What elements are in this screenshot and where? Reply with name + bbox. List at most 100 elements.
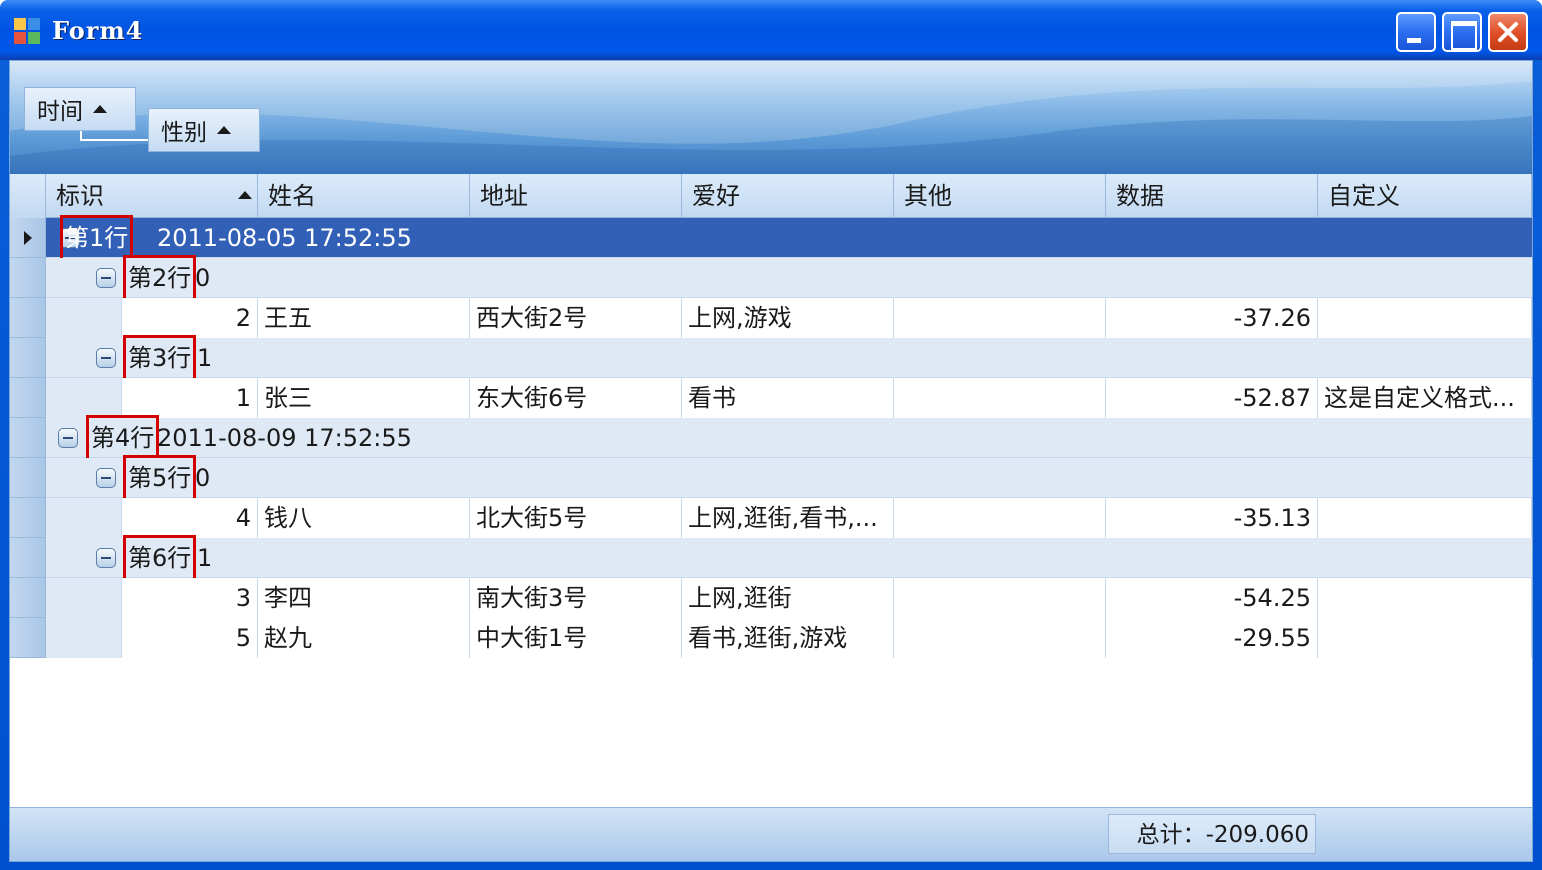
app-icon — [14, 18, 42, 46]
form-client-area: 时间 性别 标识 姓名 地址 爱好 其他 数据 自定义 第1行 2011-08-… — [9, 60, 1533, 862]
row-indicator[interactable] — [10, 458, 46, 498]
column-header-custom[interactable]: 自定义 — [1318, 174, 1532, 218]
group-indent — [46, 618, 122, 658]
group-chip-label: 时间 — [37, 99, 83, 125]
column-header-address[interactable]: 地址 — [470, 174, 682, 218]
footer-total: 总计：-209.060 — [1108, 814, 1316, 854]
group-value: 1 — [197, 544, 213, 572]
collapse-icon[interactable] — [58, 428, 78, 448]
cell-data[interactable]: -29.55 — [1106, 618, 1318, 658]
table-row[interactable]: 1 张三 东大街6号 看书 -52.87 这是自定义格式... — [10, 378, 1532, 418]
group-indent — [46, 578, 122, 618]
close-icon — [1498, 22, 1518, 42]
cell-id[interactable]: 4 — [122, 498, 258, 538]
group-tag: 第1行 — [59, 215, 134, 261]
group-indent — [46, 378, 122, 418]
cell-id[interactable]: 1 — [122, 378, 258, 418]
cell-data[interactable]: -35.13 — [1106, 498, 1318, 538]
cell-address[interactable]: 中大街1号 — [470, 618, 682, 658]
cell-id[interactable]: 5 — [122, 618, 258, 658]
row-indicator[interactable] — [10, 418, 46, 458]
cell-id[interactable]: 3 — [122, 578, 258, 618]
table-row[interactable]: 5 赵九 中大街1号 看书,逛街,游戏 -29.55 — [10, 618, 1532, 658]
column-header-other[interactable]: 其他 — [894, 174, 1106, 218]
cell-name[interactable]: 李四 — [258, 578, 470, 618]
group-chip-sex[interactable]: 性别 — [148, 108, 260, 152]
group-tag: 第2行 — [122, 255, 197, 301]
column-header-hobby[interactable]: 爱好 — [682, 174, 894, 218]
row-indicator[interactable] — [10, 498, 46, 538]
cell-custom[interactable] — [1318, 578, 1532, 618]
group-value: 0 — [195, 264, 211, 292]
group-row-level2[interactable]: 第3行 1 — [10, 335, 1532, 381]
maximize-button[interactable] — [1442, 12, 1482, 52]
close-button[interactable] — [1488, 12, 1528, 52]
title-bar[interactable]: Form4 — [0, 0, 1542, 60]
group-row-level2[interactable]: 第5行 0 — [10, 455, 1532, 501]
cell-hobby[interactable]: 看书 — [682, 378, 894, 418]
group-indent — [46, 498, 122, 538]
group-row-level2[interactable]: 第6行 1 — [10, 535, 1532, 581]
row-indicator[interactable] — [10, 538, 46, 578]
cell-hobby[interactable]: 上网,逛街,看书,... — [682, 498, 894, 538]
group-value: 2011-08-09 17:52:55 — [157, 424, 412, 452]
column-header-id[interactable]: 标识 — [46, 174, 258, 218]
header-corner[interactable] — [10, 174, 46, 218]
cell-custom[interactable]: 这是自定义格式... — [1318, 378, 1532, 418]
cell-name[interactable]: 赵九 — [258, 618, 470, 658]
cell-data[interactable]: -54.25 — [1106, 578, 1318, 618]
cell-custom[interactable] — [1318, 618, 1532, 658]
table-row[interactable]: 3 李四 南大街3号 上网,逛街 -54.25 — [10, 578, 1532, 618]
group-chip-time[interactable]: 时间 — [24, 87, 136, 131]
window-title: Form4 — [52, 16, 144, 45]
table-row[interactable]: 4 钱八 北大街5号 上网,逛街,看书,... -35.13 — [10, 498, 1532, 538]
cell-name[interactable]: 张三 — [258, 378, 470, 418]
cell-data[interactable]: -52.87 — [1106, 378, 1318, 418]
cell-other[interactable] — [894, 378, 1106, 418]
collapse-icon[interactable] — [96, 268, 116, 288]
column-header-data[interactable]: 数据 — [1106, 174, 1318, 218]
group-value: 2011-08-05 17:52:55 — [157, 224, 412, 252]
cell-hobby[interactable]: 看书,逛街,游戏 — [682, 618, 894, 658]
cell-other[interactable] — [894, 618, 1106, 658]
table-row[interactable]: 2 王五 西大街2号 上网,游戏 -37.26 — [10, 298, 1532, 338]
cell-hobby[interactable]: 上网,逛街 — [682, 578, 894, 618]
group-row-level2[interactable]: 第2行 0 — [10, 255, 1532, 301]
cell-hobby[interactable]: 上网,游戏 — [682, 298, 894, 338]
cell-other[interactable] — [894, 498, 1106, 538]
row-indicator[interactable] — [10, 258, 46, 298]
cell-other[interactable] — [894, 578, 1106, 618]
group-row-level1[interactable]: 第4行 2011-08-09 17:52:55 — [10, 415, 1532, 461]
cell-other[interactable] — [894, 298, 1106, 338]
row-indicator[interactable] — [10, 338, 46, 378]
row-indicator[interactable] — [10, 618, 46, 658]
row-indicator[interactable] — [10, 218, 46, 258]
sort-ascending-icon — [238, 191, 252, 199]
group-by-panel[interactable]: 时间 性别 — [10, 61, 1532, 174]
group-tag: 第3行 — [122, 335, 197, 381]
cell-address[interactable]: 北大街5号 — [470, 498, 682, 538]
cell-data[interactable]: -37.26 — [1106, 298, 1318, 338]
cell-id[interactable]: 2 — [122, 298, 258, 338]
cell-name[interactable]: 钱八 — [258, 498, 470, 538]
row-indicator[interactable] — [10, 578, 46, 618]
cell-name[interactable]: 王五 — [258, 298, 470, 338]
column-header-row: 标识 姓名 地址 爱好 其他 数据 自定义 — [10, 174, 1532, 218]
column-header-name[interactable]: 姓名 — [258, 174, 470, 218]
group-value: 1 — [197, 344, 213, 372]
collapse-icon[interactable] — [96, 468, 116, 488]
row-indicator[interactable] — [10, 378, 46, 418]
group-value: 0 — [195, 464, 211, 492]
cell-custom[interactable] — [1318, 498, 1532, 538]
collapse-icon[interactable] — [96, 548, 116, 568]
minimize-button[interactable] — [1396, 12, 1436, 52]
cell-address[interactable]: 西大街2号 — [470, 298, 682, 338]
cell-custom[interactable] — [1318, 298, 1532, 338]
cell-address[interactable]: 南大街3号 — [470, 578, 682, 618]
cell-address[interactable]: 东大街6号 — [470, 378, 682, 418]
group-chip-label: 性别 — [161, 120, 207, 146]
collapse-icon[interactable] — [96, 348, 116, 368]
group-chip-connector — [80, 131, 148, 141]
group-row-level1[interactable]: 第1行 2011-08-05 17:52:55 — [10, 215, 1532, 261]
row-indicator[interactable] — [10, 298, 46, 338]
